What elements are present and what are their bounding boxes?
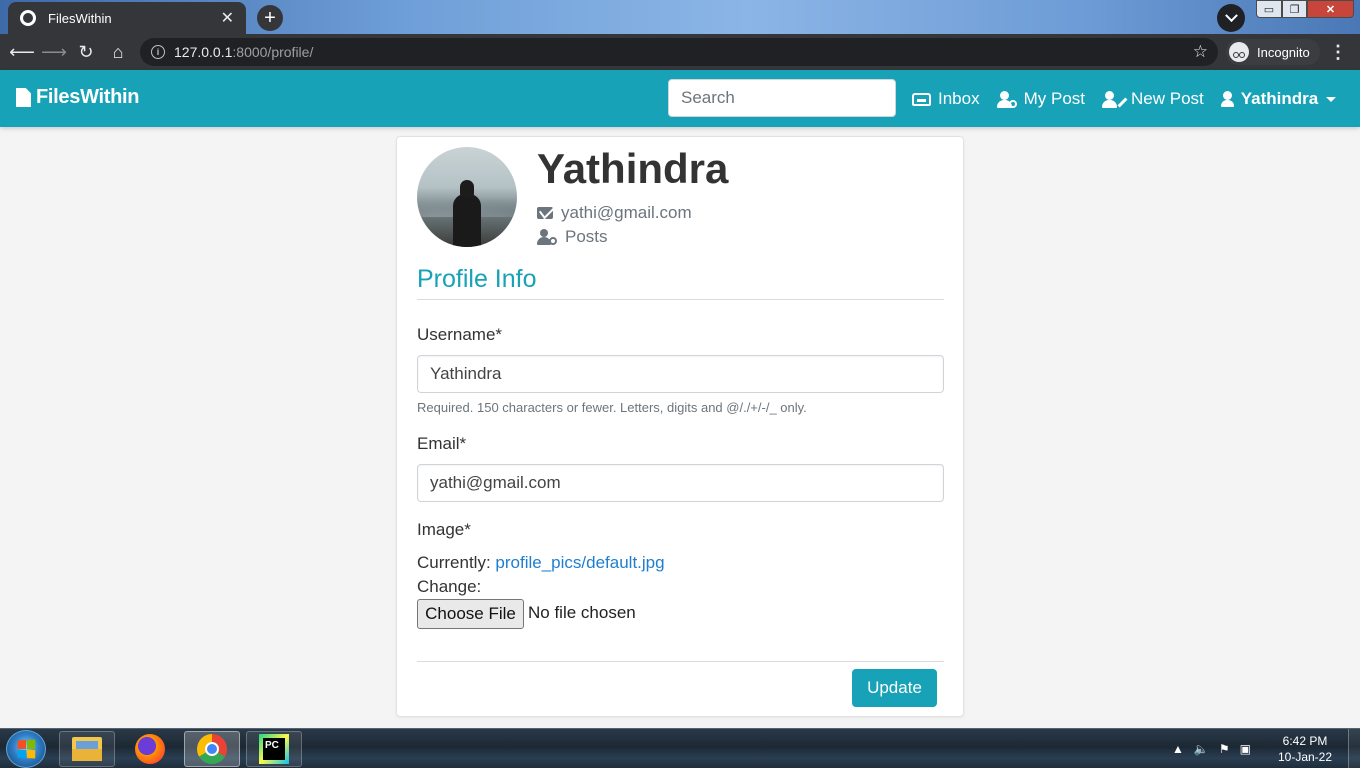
site-info-icon[interactable]: i <box>151 45 165 59</box>
site-favicon-icon <box>20 10 36 26</box>
nav-my-post-label: My Post <box>1023 89 1085 108</box>
divider <box>417 299 944 300</box>
incognito-indicator[interactable]: Incognito <box>1226 39 1320 65</box>
system-tray: ▲ 🔈 ⚑ ▣ <box>1172 729 1261 768</box>
start-button[interactable] <box>6 730 46 768</box>
clock-date: 10-Jan-22 <box>1277 750 1333 764</box>
user-posts-icon <box>996 90 1017 108</box>
tab-title: FilesWithin <box>48 10 112 26</box>
brand-logo[interactable]: FilesWithin <box>16 86 139 109</box>
nav-inbox-label: Inbox <box>938 89 980 108</box>
profile-name: Yathindra <box>537 145 729 192</box>
browser-tab-strip: FilesWithin ✕ + ▭ ❐ ✕ <box>0 0 1360 34</box>
forward-arrow-icon[interactable]: ⟶ <box>41 40 67 64</box>
chrome-icon <box>197 734 227 764</box>
section-title: Profile Info <box>417 265 537 293</box>
avatar <box>417 147 517 247</box>
search-input[interactable] <box>668 79 896 117</box>
brand-name: FilesWithin <box>36 86 140 108</box>
address-bar[interactable]: i 127.0.0.1:8000/profile/ ☆ <box>140 38 1218 66</box>
network-icon[interactable]: ▣ <box>1240 742 1251 756</box>
profile-email: yathi@gmail.com <box>561 203 692 222</box>
windows-taskbar: ▲ 🔈 ⚑ ▣ 6:42 PM 10-Jan-22 <box>0 728 1360 768</box>
folder-icon <box>72 737 102 761</box>
inbox-icon <box>912 92 931 106</box>
taskbar-pycharm[interactable] <box>246 731 302 767</box>
profile-email-row: yathi@gmail.com <box>537 203 692 223</box>
browser-tab[interactable]: FilesWithin ✕ <box>8 2 246 34</box>
profile-card: Yathindra yathi@gmail.com Posts Profile … <box>396 136 964 717</box>
current-image-row: Currently: profile_pics/default.jpg <box>417 553 665 573</box>
firefox-icon <box>135 734 165 764</box>
tab-search-button[interactable] <box>1217 4 1245 32</box>
url-host: 127.0.0.1 <box>174 44 233 60</box>
action-center-flag-icon[interactable]: ⚑ <box>1219 742 1230 756</box>
username-field[interactable] <box>417 355 944 393</box>
divider <box>417 661 944 662</box>
window-maximize-button[interactable]: ❐ <box>1282 0 1307 18</box>
bookmark-star-icon[interactable]: ☆ <box>1193 42 1208 62</box>
image-label: Image* <box>417 520 471 539</box>
chevron-down-icon <box>1326 96 1337 102</box>
email-field[interactable] <box>417 464 944 502</box>
username-label: Username* <box>417 325 503 344</box>
update-button[interactable]: Update <box>852 669 937 707</box>
app-navbar: FilesWithin Inbox My Post New Post Yathi… <box>0 70 1360 127</box>
nav-inbox-link[interactable]: Inbox <box>912 89 980 109</box>
taskbar-chrome[interactable] <box>184 731 240 767</box>
envelope-icon <box>537 207 553 219</box>
nav-my-post-link[interactable]: My Post <box>996 89 1085 109</box>
user-dropdown-label: Yathindra <box>1240 89 1319 108</box>
profile-posts-label: Posts <box>565 227 608 246</box>
window-close-button[interactable]: ✕ <box>1307 0 1354 18</box>
clock-time: 6:42 PM <box>1282 734 1328 748</box>
user-posts-icon <box>537 229 557 245</box>
back-arrow-icon[interactable]: ⟵ <box>9 40 35 64</box>
incognito-icon <box>1229 42 1249 62</box>
taskbar-firefox[interactable] <box>122 731 178 767</box>
email-label: Email* <box>417 434 467 453</box>
show-desktop-button[interactable] <box>1348 729 1360 768</box>
tab-close-icon[interactable]: ✕ <box>221 8 234 28</box>
reload-icon[interactable]: ↻ <box>74 40 98 64</box>
new-tab-button[interactable]: + <box>257 5 283 31</box>
browser-toolbar: ⟵ ⟶ ↻ ⌂ i 127.0.0.1:8000/profile/ ☆ Inco… <box>0 34 1360 70</box>
url-path: :8000/profile/ <box>232 44 314 60</box>
hooded-figure-image <box>451 180 483 247</box>
volume-icon[interactable]: 🔈 <box>1194 742 1209 756</box>
file-status-text: No file chosen <box>528 603 636 622</box>
nav-new-post-label: New Post <box>1131 89 1204 108</box>
taskbar-file-explorer[interactable] <box>59 731 115 767</box>
profile-posts-row[interactable]: Posts <box>537 227 608 247</box>
taskbar-clock[interactable]: 6:42 PM 10-Jan-22 <box>1276 733 1334 765</box>
choose-file-button[interactable]: Choose File <box>417 599 524 629</box>
user-icon <box>1220 91 1234 107</box>
home-icon[interactable]: ⌂ <box>106 40 130 64</box>
user-dropdown[interactable]: Yathindra <box>1220 89 1337 109</box>
username-help-text: Required. 150 characters or fewer. Lette… <box>417 400 807 415</box>
browser-menu-icon[interactable]: ⋮ <box>1329 40 1347 64</box>
pycharm-icon <box>259 734 289 764</box>
current-image-link[interactable]: profile_pics/default.jpg <box>495 553 664 572</box>
currently-label: Currently: <box>417 553 491 572</box>
tray-expand-icon[interactable]: ▲ <box>1172 742 1184 756</box>
incognito-label: Incognito <box>1257 44 1310 60</box>
nav-new-post-link[interactable]: New Post <box>1102 89 1204 109</box>
user-edit-icon <box>1102 90 1128 108</box>
windows-logo-icon <box>17 739 36 759</box>
change-label: Change: <box>417 577 482 596</box>
window-minimize-button[interactable]: ▭ <box>1256 0 1282 18</box>
file-icon <box>16 88 31 107</box>
nav-links: Inbox My Post New Post Yathindra <box>912 87 1337 111</box>
